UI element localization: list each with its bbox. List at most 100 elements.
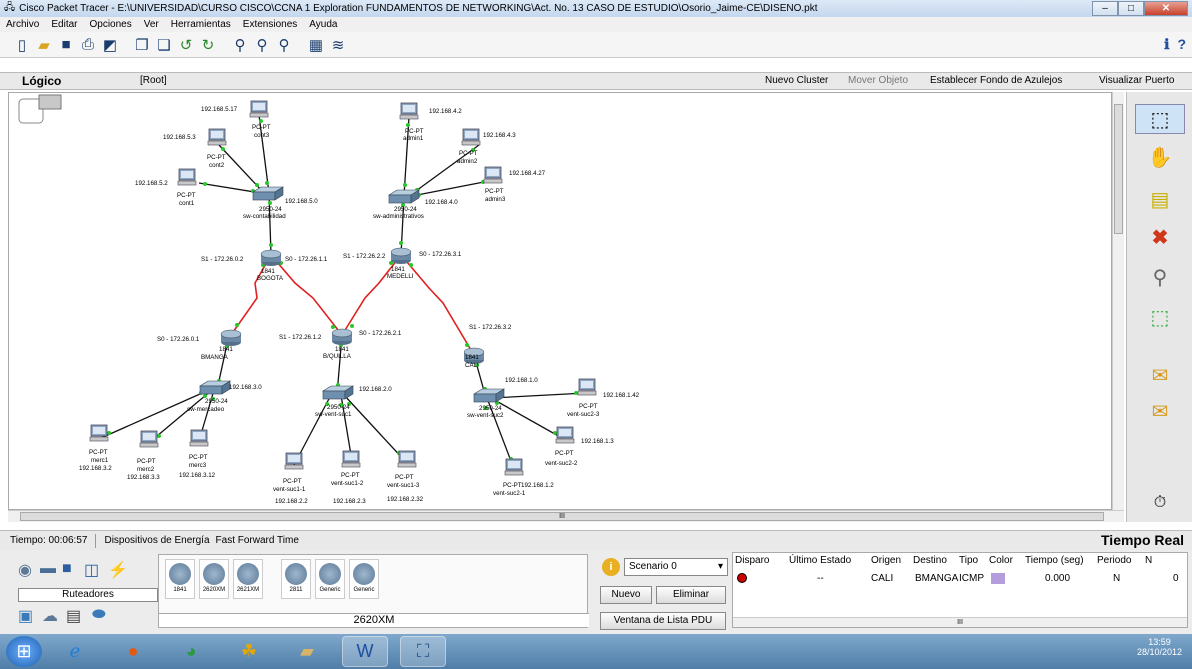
model-2621xm[interactable]: 2621XM bbox=[233, 559, 263, 599]
undo-icon[interactable]: ↺ bbox=[176, 35, 196, 55]
chrome-icon[interactable]: ◕ bbox=[168, 636, 214, 667]
pc-vent-suc2-2-icon[interactable] bbox=[555, 426, 575, 444]
resize-shape-icon[interactable]: ⬚ bbox=[1135, 302, 1185, 332]
switch-administrativos-icon[interactable] bbox=[388, 189, 420, 204]
pc-cont3-icon[interactable] bbox=[249, 100, 269, 118]
explorer-icon[interactable]: ▰ bbox=[284, 636, 330, 667]
scenario-select[interactable]: Scenario 0 ▾ bbox=[624, 558, 728, 576]
switch-vent-suc1-icon[interactable] bbox=[322, 385, 354, 400]
move-layout-icon[interactable]: ✋ bbox=[1135, 142, 1185, 172]
fast-forward-time[interactable]: Fast Forward Time bbox=[216, 535, 299, 546]
horizontal-scroll-thumb[interactable]: III bbox=[20, 512, 1104, 521]
pc-merc2-icon[interactable] bbox=[139, 430, 159, 448]
connections-category-icon[interactable]: ⚡ bbox=[108, 560, 128, 580]
router-bmanga-icon[interactable] bbox=[220, 329, 242, 347]
menu-ver[interactable]: Ver bbox=[138, 19, 165, 30]
palette-icon[interactable]: ▦ bbox=[306, 35, 326, 55]
switch-mercadeo-icon[interactable] bbox=[199, 380, 231, 395]
wan-emulation-category-icon[interactable]: ☁ bbox=[42, 606, 58, 626]
model-generic-2[interactable]: Generic bbox=[349, 559, 379, 599]
print-icon[interactable]: ⎙ bbox=[78, 35, 98, 55]
pc-vent-suc1-2-icon[interactable] bbox=[341, 450, 361, 468]
word-icon[interactable]: W bbox=[342, 636, 388, 667]
menu-extensiones[interactable]: Extensiones bbox=[237, 19, 303, 30]
start-button-icon[interactable]: ⊞ bbox=[6, 636, 42, 667]
end-devices-category-icon[interactable]: ▣ bbox=[18, 606, 33, 626]
router-bogota-icon[interactable] bbox=[260, 249, 282, 267]
close-button[interactable]: ✕ bbox=[1144, 1, 1188, 16]
pc-merc3-icon[interactable] bbox=[189, 429, 209, 447]
wireless-category-icon[interactable]: ◫ bbox=[84, 560, 99, 580]
pc-vent-suc1-1-icon[interactable] bbox=[284, 452, 304, 470]
pc-admin1-icon[interactable] bbox=[399, 102, 419, 120]
model-2620xm[interactable]: 2620XM bbox=[199, 559, 229, 599]
pc-cont2-icon[interactable] bbox=[207, 128, 227, 146]
model-1841[interactable]: 1841 bbox=[165, 559, 195, 599]
logical-workspace[interactable]: 192.168.5.17 PC-PT cont3 192.168.5.3 PC-… bbox=[8, 92, 1112, 510]
custom-devices-category-icon[interactable]: ▤ bbox=[66, 606, 81, 626]
tray-clock[interactable]: 13:59 bbox=[1137, 637, 1182, 647]
menu-herramientas[interactable]: Herramientas bbox=[165, 19, 237, 30]
switch-contabilidad-icon[interactable] bbox=[252, 186, 284, 201]
packet-tracer-icon[interactable]: ⛶ bbox=[400, 636, 446, 667]
pc-vent-suc2-1-icon[interactable] bbox=[504, 458, 524, 476]
menu-editar[interactable]: Editar bbox=[45, 19, 83, 30]
scenario-info-icon[interactable]: i bbox=[602, 558, 620, 576]
wizard-icon[interactable]: ◩ bbox=[100, 35, 120, 55]
pc-vent-suc2-3-icon[interactable] bbox=[577, 378, 597, 396]
new-icon[interactable]: ▯ bbox=[12, 35, 32, 55]
multiuser-category-icon[interactable]: ⬬ bbox=[92, 606, 106, 624]
pc-vent-suc1-3-icon[interactable] bbox=[397, 450, 417, 468]
pc-admin3-icon[interactable] bbox=[483, 166, 503, 184]
routers-category-icon[interactable]: ◉ bbox=[18, 560, 32, 580]
custom-device-icon[interactable]: ≋ bbox=[328, 35, 348, 55]
menu-opciones[interactable]: Opciones bbox=[83, 19, 137, 30]
add-simple-pdu-icon[interactable]: ✉ bbox=[1135, 360, 1185, 390]
power-cycle-devices[interactable]: Dispositivos de Energía bbox=[104, 535, 209, 546]
delete-scenario-button[interactable]: Eliminar bbox=[656, 586, 726, 604]
minimize-button[interactable]: – bbox=[1092, 1, 1118, 16]
zoom-reset-icon[interactable]: ⚲ bbox=[252, 35, 272, 55]
router-bquilla-icon[interactable] bbox=[331, 328, 353, 346]
switch-vent-suc2-icon[interactable] bbox=[473, 388, 505, 403]
zoom-out-icon[interactable]: ⚲ bbox=[274, 35, 294, 55]
place-note-icon[interactable]: ▤ bbox=[1135, 184, 1185, 214]
router-medellin-icon[interactable] bbox=[390, 247, 412, 265]
zoom-in-icon[interactable]: ⚲ bbox=[230, 35, 250, 55]
simulation-mode-icon[interactable]: ⏱ bbox=[1135, 488, 1185, 518]
pc-cont1-icon[interactable] bbox=[177, 168, 197, 186]
realtime-mode-tab[interactable]: Tiempo Real bbox=[1101, 532, 1184, 548]
pdu-list-window-button[interactable]: Ventana de Lista PDU bbox=[600, 612, 726, 630]
users-icon[interactable]: ☘ bbox=[226, 636, 272, 667]
internet-explorer-icon[interactable]: ℯ bbox=[52, 636, 98, 667]
menu-ayuda[interactable]: Ayuda bbox=[303, 19, 343, 30]
save-icon[interactable]: ■ bbox=[56, 35, 76, 55]
viewport-button[interactable]: Visualizar Puerto bbox=[1099, 75, 1174, 86]
fire-button[interactable] bbox=[737, 573, 747, 583]
hubs-category-icon[interactable]: ■ bbox=[62, 560, 72, 578]
canvas-vertical-scrollbar[interactable] bbox=[1112, 92, 1124, 510]
new-scenario-button[interactable]: Nuevo bbox=[600, 586, 652, 604]
model-generic-1[interactable]: Generic bbox=[315, 559, 345, 599]
tray-date[interactable]: 28/10/2012 bbox=[1137, 647, 1182, 657]
move-object-button[interactable]: Mover Objeto bbox=[848, 75, 908, 86]
redo-icon[interactable]: ↻ bbox=[198, 35, 218, 55]
info-icon[interactable]: ℹ bbox=[1164, 36, 1169, 53]
inspect-icon[interactable]: ⚲ bbox=[1135, 262, 1185, 292]
new-cluster-button[interactable]: Nuevo Cluster bbox=[765, 75, 828, 86]
menu-archivo[interactable]: Archivo bbox=[0, 19, 45, 30]
switches-category-icon[interactable]: ▬ bbox=[40, 560, 56, 578]
select-tool-icon[interactable]: ⬚ bbox=[1135, 104, 1185, 134]
logical-tab[interactable]: Lógico bbox=[22, 74, 61, 88]
help-icon[interactable]: ? bbox=[1177, 36, 1186, 53]
maximize-button[interactable]: □ bbox=[1118, 1, 1144, 16]
copy-icon[interactable]: ❐ bbox=[132, 35, 152, 55]
pc-admin2-icon[interactable] bbox=[461, 128, 481, 146]
pdu-row[interactable]: -- CALI BMANGA ICMP 0.000 N 0 bbox=[733, 573, 1187, 587]
model-2811[interactable]: 2811 bbox=[281, 559, 311, 599]
pdu-horizontal-scrollbar[interactable]: III bbox=[733, 617, 1187, 627]
vertical-scroll-thumb[interactable] bbox=[1114, 104, 1123, 234]
pc-merc1-icon[interactable] bbox=[89, 424, 109, 442]
delete-icon[interactable]: ✖ bbox=[1135, 222, 1185, 252]
canvas-horizontal-scrollbar[interactable]: III bbox=[8, 510, 1124, 522]
